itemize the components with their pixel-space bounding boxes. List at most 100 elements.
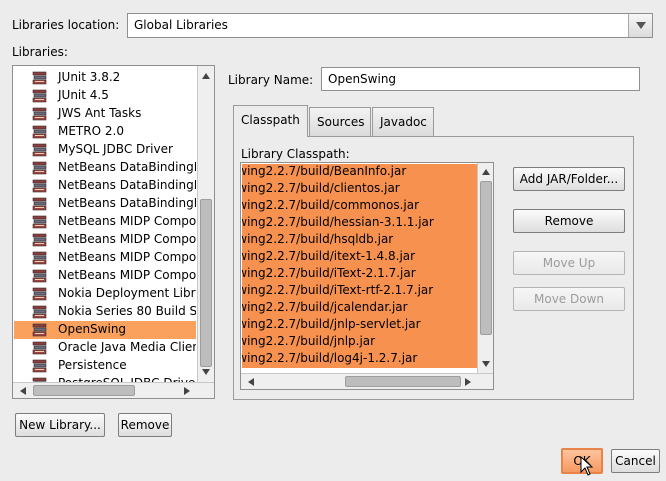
classpath-horizontal-scrollbar[interactable] bbox=[241, 373, 493, 389]
library-book-icon bbox=[32, 197, 47, 211]
libraries-list[interactable]: JUnit 3.8.2 JUnit 4.5 JWS Ant Tasks METRO 2… bbox=[12, 65, 215, 399]
libraries-location-combo[interactable]: Global Libraries bbox=[127, 13, 653, 38]
library-book-icon bbox=[32, 179, 47, 193]
scroll-down-icon[interactable] bbox=[478, 356, 493, 372]
classpath-item-label: swing2.2.7/build/jnlp.jar bbox=[242, 334, 376, 348]
remove-library-button[interactable]: Remove bbox=[118, 413, 172, 437]
cancel-button[interactable]: Cancel bbox=[611, 449, 660, 473]
classpath-item-label: swing2.2.7/build/jnlp-servlet.jar bbox=[242, 317, 421, 331]
classpath-hscroll-thumb[interactable] bbox=[345, 376, 461, 387]
classpath-list-item[interactable]: swing2.2.7/build/BeanInfo.jar bbox=[242, 164, 480, 181]
classpath-vertical-scrollbar[interactable] bbox=[477, 163, 493, 373]
classpath-item-label: swing2.2.7/build/commonos.jar bbox=[242, 198, 420, 212]
library-list-item[interactable]: JWS Ant Tasks bbox=[14, 105, 196, 123]
library-list-item-label: Nokia Series 80 Build S bbox=[58, 304, 196, 318]
libraries-scroll-thumb[interactable] bbox=[200, 199, 212, 367]
library-book-icon bbox=[32, 143, 47, 157]
library-book-icon bbox=[32, 323, 47, 337]
library-list-item-label: NetBeans MIDP Compo bbox=[58, 214, 196, 228]
library-list-item-label: Oracle Java Media Clien bbox=[58, 340, 196, 354]
library-list-item[interactable]: Oracle Java Media Clien bbox=[14, 339, 196, 357]
classpath-item-label: swing2.2.7/build/itext-1.4.8.jar bbox=[242, 249, 416, 263]
library-list-item[interactable]: NetBeans MIDP Compo bbox=[14, 213, 196, 231]
library-list-item[interactable]: NetBeans DataBindingM bbox=[14, 159, 196, 177]
libraries-location-label: Libraries location: bbox=[12, 18, 120, 32]
libraries-vertical-scrollbar[interactable] bbox=[197, 66, 214, 382]
tab-javadoc[interactable]: Javadoc bbox=[372, 107, 434, 137]
library-book-icon bbox=[32, 89, 47, 103]
library-list-item[interactable]: JUnit 4.5 bbox=[14, 87, 196, 105]
library-list-item-label: NetBeans MIDP Compo bbox=[58, 250, 196, 264]
scroll-right-icon[interactable] bbox=[179, 383, 195, 398]
classpath-list-item[interactable]: swing2.2.7/build/commonos.jar bbox=[242, 198, 480, 215]
library-book-icon bbox=[32, 107, 47, 121]
new-library-button[interactable]: New Library... bbox=[15, 413, 105, 437]
move-up-button[interactable]: Move Up bbox=[513, 251, 625, 275]
library-list-item-label: METRO 2.0 bbox=[58, 124, 124, 138]
scroll-left-icon[interactable] bbox=[243, 374, 259, 389]
library-list-item-label: JUnit 3.8.2 bbox=[58, 70, 121, 84]
library-book-icon bbox=[32, 287, 47, 301]
library-book-icon bbox=[32, 125, 47, 139]
libraries-horizontal-scrollbar[interactable] bbox=[13, 382, 214, 398]
tab-classpath[interactable]: Classpath bbox=[233, 105, 308, 137]
scroll-up-icon[interactable] bbox=[198, 68, 214, 84]
libraries-label: Libraries: bbox=[12, 45, 68, 59]
library-list-item[interactable]: JUnit 3.8.2 bbox=[14, 69, 196, 87]
classpath-list-item[interactable]: swing2.2.7/build/jnlp-servlet.jar bbox=[242, 317, 480, 334]
libraries-location-value: Global Libraries bbox=[134, 18, 228, 32]
library-name-input[interactable]: OpenSwing bbox=[321, 67, 640, 91]
classpath-list-item[interactable]: swing2.2.7/build/iText-rtf-2.1.7.jar bbox=[242, 283, 480, 300]
library-list-item[interactable]: NetBeans MIDP Compo bbox=[14, 231, 196, 249]
library-list-item-label: Persistence bbox=[58, 358, 127, 372]
classpath-item-label: swing2.2.7/build/hessian-3.1.1.jar bbox=[242, 215, 434, 229]
library-list-item-label: OpenSwing bbox=[58, 322, 127, 336]
classpath-list[interactable]: swing2.2.7/build/BeanInfo.jar swing2.2.7/… bbox=[240, 162, 494, 390]
classpath-list-item[interactable]: swing2.2.7/build/jcalendar.jar bbox=[242, 300, 480, 317]
classpath-list-item[interactable]: swing2.2.7/build/clientos.jar bbox=[242, 181, 480, 198]
library-name-label: Library Name: bbox=[228, 73, 314, 87]
classpath-item-label: swing2.2.7/build/hsqldb.jar bbox=[242, 232, 394, 246]
library-list-item[interactable]: METRO 2.0 bbox=[14, 123, 196, 141]
library-list-item[interactable]: Nokia Series 80 Build S bbox=[14, 303, 196, 321]
library-list-item[interactable]: NetBeans MIDP Compo bbox=[14, 267, 196, 285]
library-list-item-label: NetBeans DataBindingM bbox=[58, 196, 196, 210]
add-jar-folder-button[interactable]: Add JAR/Folder... bbox=[513, 167, 625, 191]
library-list-item[interactable]: Persistence bbox=[14, 357, 196, 375]
remove-jar-button[interactable]: Remove bbox=[513, 209, 625, 233]
library-list-item-label: JWS Ant Tasks bbox=[58, 106, 142, 120]
dropdown-arrow-icon[interactable] bbox=[628, 14, 652, 37]
libraries-hscroll-thumb[interactable] bbox=[33, 385, 135, 396]
library-list-item-label: NetBeans MIDP Compo bbox=[58, 232, 196, 246]
scroll-down-icon[interactable] bbox=[198, 364, 214, 380]
library-list-item-label: NetBeans DataBindingM bbox=[58, 160, 196, 174]
tab-sources[interactable]: Sources bbox=[309, 107, 371, 137]
classpath-item-label: swing2.2.7/build/log4j-1.2.7.jar bbox=[242, 351, 418, 365]
classpath-list-item[interactable]: swing2.2.7/build/iText-2.1.7.jar bbox=[242, 266, 480, 283]
library-list-item-label: NetBeans DataBindingM bbox=[58, 178, 196, 192]
classpath-item-label: swing2.2.7/build/clientos.jar bbox=[242, 181, 400, 195]
library-list-item[interactable]: OpenSwing bbox=[14, 321, 196, 339]
scroll-left-icon[interactable] bbox=[15, 383, 31, 398]
library-list-item[interactable]: NetBeans DataBindingM bbox=[14, 177, 196, 195]
library-list-item[interactable]: MySQL JDBC Driver bbox=[14, 141, 196, 159]
library-book-icon bbox=[32, 305, 47, 319]
library-list-item[interactable]: NetBeans DataBindingM bbox=[14, 195, 196, 213]
classpath-list-item[interactable]: swing2.2.7/build/itext-1.4.8.jar bbox=[242, 249, 480, 266]
library-list-item[interactable]: NetBeans MIDP Compo bbox=[14, 249, 196, 267]
classpath-list-item[interactable]: swing2.2.7/build/hsqldb.jar bbox=[242, 232, 480, 249]
scroll-up-icon[interactable] bbox=[478, 164, 493, 180]
library-book-icon bbox=[32, 215, 47, 229]
library-book-icon bbox=[32, 341, 47, 355]
classpath-scroll-thumb[interactable] bbox=[480, 181, 492, 335]
classpath-list-item[interactable]: swing2.2.7/build/log4j-1.2.7.jar bbox=[242, 351, 480, 368]
scroll-right-icon[interactable] bbox=[460, 374, 476, 389]
mouse-cursor-icon bbox=[580, 456, 594, 476]
move-down-button[interactable]: Move Down bbox=[513, 287, 625, 311]
classpath-list-item[interactable]: swing2.2.7/build/hessian-3.1.1.jar bbox=[242, 215, 480, 232]
classpath-list-item[interactable]: swing2.2.7/build/jnlp.jar bbox=[242, 334, 480, 351]
library-book-icon bbox=[32, 269, 47, 283]
classpath-item-label: swing2.2.7/build/iText-2.1.7.jar bbox=[242, 266, 416, 280]
library-list-item[interactable]: Nokia Deployment Libra bbox=[14, 285, 196, 303]
library-book-icon bbox=[32, 233, 47, 247]
